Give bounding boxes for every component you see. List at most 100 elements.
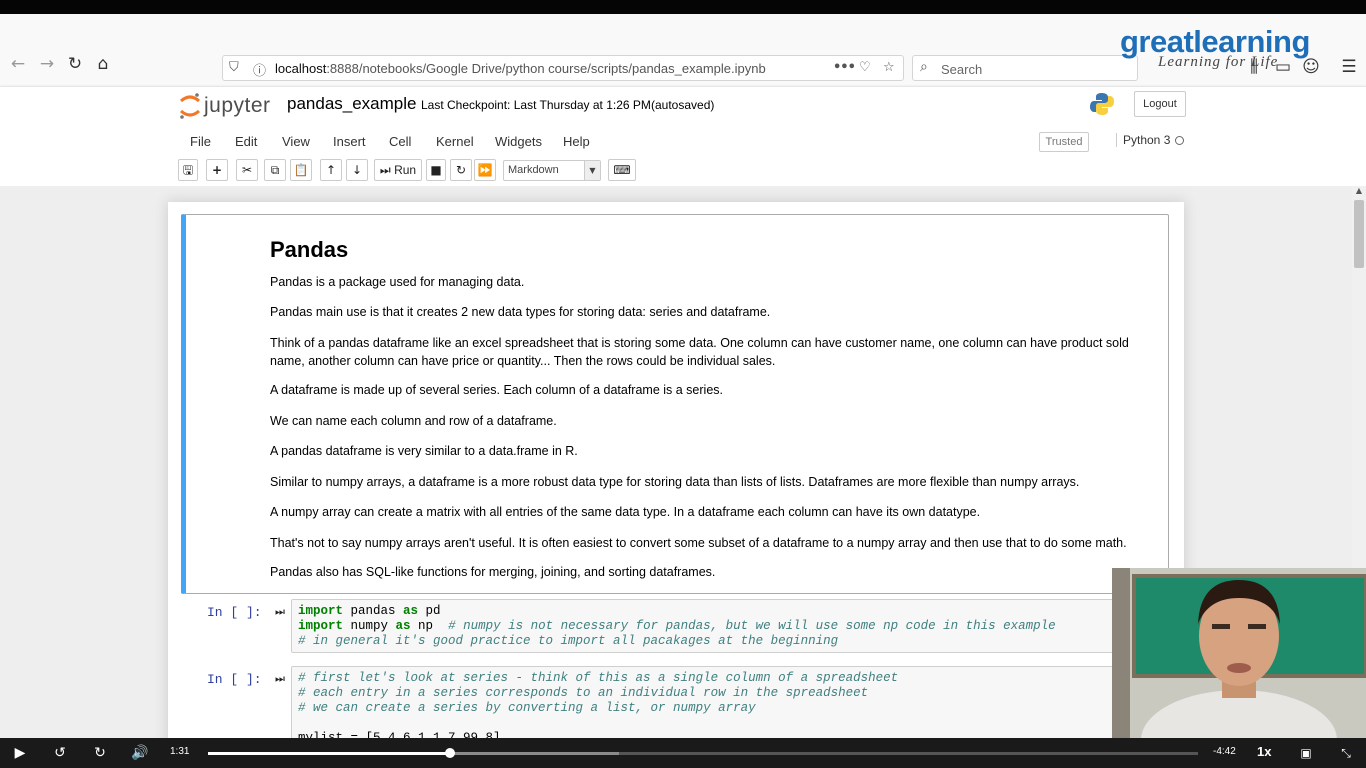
python-logo-icon (1090, 93, 1114, 115)
restart-run-all-icon[interactable]: ⏩ (474, 159, 496, 181)
input-prompt: In [ ]: (207, 672, 262, 687)
menu-bar: File Edit View Insert Cell Kernel Widget… (178, 129, 1190, 157)
move-up-icon[interactable]: ↑ (320, 159, 342, 181)
info-icon[interactable]: ⓘ (253, 60, 266, 79)
run-cell-icon[interactable]: ⏭ (275, 605, 285, 619)
notebook-name[interactable]: pandas_example (287, 94, 416, 114)
markdown-cell[interactable]: Pandas Pandas is a package used for mana… (181, 214, 1169, 594)
pocket-icon[interactable]: ♡ (859, 60, 871, 75)
search-placeholder: Search (941, 62, 983, 77)
paste-icon[interactable]: 📋 (290, 159, 312, 181)
menu-kernel[interactable]: Kernel (436, 134, 474, 149)
url-text[interactable]: localhost:8888/notebooks/Google Drive/py… (275, 61, 766, 76)
logout-button[interactable]: Logout (1134, 91, 1186, 117)
code-comment: # each entry in a series corresponds to … (298, 686, 869, 700)
menu-help[interactable]: Help (563, 134, 590, 149)
code-text: numpy (343, 619, 396, 633)
cell-type-value: Markdown (508, 164, 559, 176)
chevron-down-icon: ▼ (584, 161, 600, 180)
instructor-video-frame (1112, 568, 1366, 738)
bookmark-star-icon[interactable]: ☆ (883, 60, 895, 75)
code-line: import pandas as pd (298, 604, 1124, 619)
menu-widgets[interactable]: Widgets (495, 134, 542, 149)
keyboard-icon[interactable]: ⌨ (608, 159, 636, 181)
play-icon[interactable]: ▶ (9, 743, 31, 763)
code-line: import numpy as np # numpy is not necess… (298, 619, 1124, 634)
captions-icon[interactable]: ▣ (1295, 743, 1317, 763)
jupyter-logo[interactable]: jupyter (178, 91, 270, 121)
notebook-page: Pandas Pandas is a package used for mana… (168, 202, 1184, 738)
menu-cell[interactable]: Cell (389, 134, 411, 149)
cut-icon[interactable]: ✂ (236, 159, 258, 181)
search-icon: ⌕ (920, 59, 928, 75)
code-comment: # we can create a series by converting a… (298, 701, 756, 715)
jupyter-logo-icon (180, 93, 200, 119)
scroll-up-icon[interactable]: ▲ (1352, 186, 1366, 198)
run-cell-icon[interactable]: ⏭ (275, 672, 285, 686)
code-keyword: as (403, 604, 419, 618)
forward-icon[interactable]: → (36, 53, 58, 75)
forward-skip-icon[interactable]: ↻ (89, 743, 111, 763)
url-bar[interactable]: ⛉ ⓘ localhost:8888/notebooks/Google Driv… (222, 55, 904, 81)
markdown-paragraph: We can name each column and row of a dat… (270, 414, 557, 428)
shield-icon[interactable]: ⛉ (229, 60, 239, 75)
copy-icon[interactable]: ⧉ (264, 159, 286, 181)
insert-cell-icon[interactable]: + (206, 159, 228, 181)
search-input[interactable]: ⌕ Search (912, 55, 1138, 81)
code-line: mylist = [5.4,6.1,1.7,99.8] (298, 731, 1124, 738)
menu-edit[interactable]: Edit (235, 134, 257, 149)
menu-file[interactable]: File (190, 134, 211, 149)
code-comment: # first let's look at series - think of … (298, 671, 899, 685)
cell-type-select[interactable]: Markdown ▼ (503, 160, 601, 181)
markdown-heading: Pandas (270, 237, 349, 262)
code-text: mylist = [5.4,6.1,1.7,99.8] (298, 731, 501, 738)
markdown-paragraph: Similar to numpy arrays, a dataframe is … (270, 475, 1080, 489)
checkpoint-status: Last Checkpoint: Last Thursday at 1:26 P… (421, 98, 651, 112)
autosave-status: (autosaved) (651, 98, 715, 112)
code-keyword: import (298, 619, 344, 633)
run-label: Run (394, 163, 417, 177)
code-editor[interactable]: import pandas as pd import numpy as np # … (291, 599, 1131, 653)
playback-speed-button[interactable]: 1x (1257, 744, 1271, 759)
code-comment: # numpy is not necessary for pandas, but… (448, 619, 1056, 633)
url-host: localhost (275, 61, 327, 76)
kernel-idle-icon (1175, 136, 1185, 145)
markdown-paragraph: A dataframe is made up of several series… (270, 383, 723, 397)
screen: ← → ↻ ⌂ ⛉ ⓘ localhost:8888/notebooks/Goo… (0, 0, 1366, 768)
interrupt-icon[interactable]: ■ (426, 159, 446, 181)
reload-icon[interactable]: ↻ (64, 53, 86, 75)
markdown-paragraph: A pandas dataframe is very similar to a … (270, 444, 578, 458)
current-time: 1:31 (170, 746, 190, 757)
code-editor[interactable]: # first let's look at series - think of … (291, 666, 1131, 738)
input-prompt: In [ ]: (207, 605, 262, 620)
code-line: # each entry in a series corresponds to … (298, 686, 1124, 701)
seek-bar[interactable] (208, 748, 1198, 758)
video-control-bar: ▶ ↺ ↻ 🔊 1:31 -4:42 1x ▣ ⤡ (0, 738, 1366, 768)
code-line: # in general it's good practice to impor… (298, 634, 1124, 649)
kernel-indicator: Python 3 (1116, 133, 1185, 147)
trusted-indicator[interactable]: Trusted (1039, 132, 1089, 152)
rewind-icon[interactable]: ↺ (49, 743, 71, 763)
url-path: :8888/notebooks/Google Drive/python cour… (326, 61, 766, 76)
seek-handle[interactable] (444, 748, 455, 758)
remaining-time: -4:42 (1213, 746, 1236, 757)
markdown-paragraph: A numpy array can create a matrix with a… (270, 505, 981, 519)
scroll-thumb[interactable] (1354, 200, 1364, 268)
home-icon[interactable]: ⌂ (92, 53, 114, 75)
run-button[interactable]: ⏭ Run (374, 159, 422, 181)
jupyter-wordmark: jupyter (204, 94, 271, 117)
code-text: np (410, 619, 449, 633)
greatlearning-watermark: greatlearning Learning for Life (1120, 24, 1350, 74)
code-line: # first let's look at series - think of … (298, 671, 1124, 686)
restart-icon[interactable]: ↻ (450, 159, 472, 181)
volume-icon[interactable]: 🔊 (129, 743, 151, 763)
menu-view[interactable]: View (282, 134, 310, 149)
move-down-icon[interactable]: ↓ (346, 159, 368, 181)
page-actions-icon[interactable]: ••• (833, 60, 856, 75)
kernel-name: Python 3 (1123, 133, 1171, 147)
menu-insert[interactable]: Insert (333, 134, 366, 149)
save-icon[interactable]: 🖫 (178, 159, 198, 181)
played-progress (208, 752, 450, 755)
exit-fullscreen-icon[interactable]: ⤡ (1335, 743, 1357, 763)
back-icon[interactable]: ← (7, 53, 29, 75)
